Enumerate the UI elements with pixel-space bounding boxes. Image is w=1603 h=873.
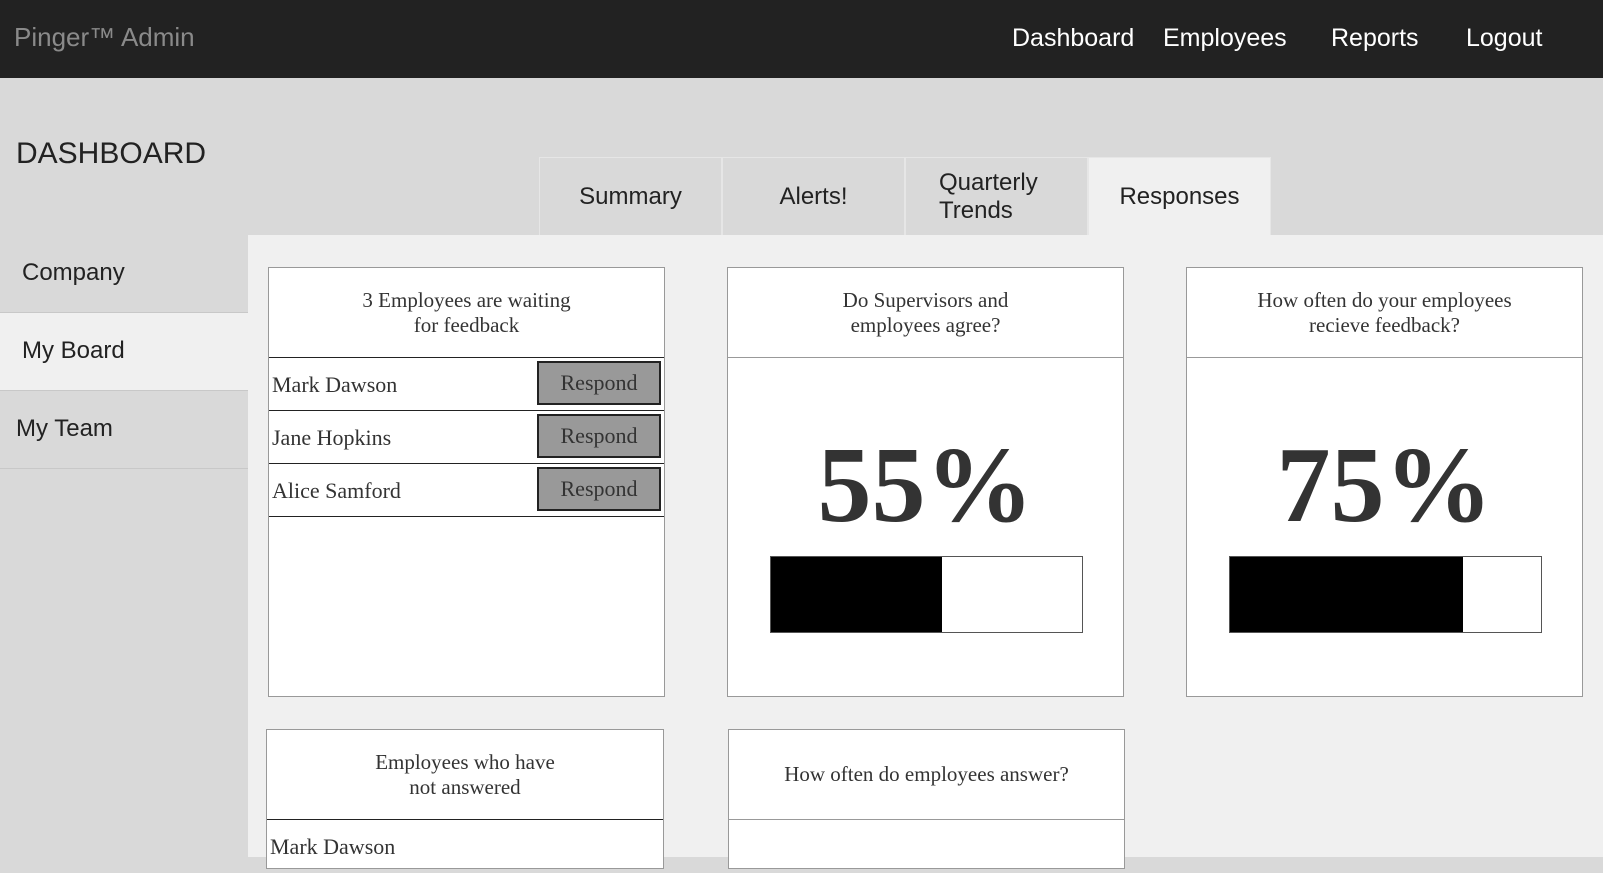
waiting-feedback-card: 3 Employees are waiting for feedback Mar… (268, 267, 665, 697)
nav-employees[interactable]: Employees (1163, 24, 1287, 53)
brand-logo[interactable]: Pinger™ Admin (14, 22, 195, 53)
tab-responses[interactable]: Responses (1088, 157, 1271, 235)
percentage-value: 55% (817, 426, 1034, 545)
respond-button[interactable]: Respond (537, 361, 661, 405)
tab-quarterly-trends[interactable]: Quarterly Trends (905, 157, 1088, 235)
employee-name: Mark Dawson (272, 372, 398, 397)
nav-dashboard[interactable]: Dashboard (1012, 24, 1134, 53)
table-row: Mark Dawson (267, 819, 663, 873)
tab-label: Alerts! (779, 182, 848, 210)
card-title: 3 Employees are waiting for feedback (362, 287, 571, 337)
table-row: Alice Samford Respond (269, 463, 664, 517)
card-header: 3 Employees are waiting for feedback (269, 268, 664, 358)
sidebar-item-label: My Team (16, 415, 113, 442)
card-header: How often do your employees recieve feed… (1187, 268, 1582, 358)
not-answered-card: Employees who have not answered Mark Daw… (266, 729, 664, 869)
tab-summary[interactable]: Summary (539, 157, 722, 235)
sidebar-item-company[interactable]: Company (0, 235, 248, 313)
card-header: How often do employees answer? (729, 730, 1124, 820)
top-navbar: Pinger™ Admin Dashboard Employees Report… (0, 0, 1603, 78)
progress-fill (1230, 557, 1464, 632)
sidebar-item-label: Company (22, 259, 125, 286)
page-title: DASHBOARD (16, 137, 207, 170)
sidebar: Company My Board My Team (0, 235, 248, 857)
card-header: Employees who have not answered (267, 730, 663, 820)
percentage-value: 75% (1276, 426, 1493, 545)
employee-name: Jane Hopkins (272, 425, 392, 450)
progress-fill (771, 557, 943, 632)
agreement-card: Do Supervisors and employees agree? 55% (727, 267, 1124, 697)
answer-frequency-card: How often do employees answer? (728, 729, 1125, 869)
card-title: How often do employees answer? (784, 762, 1069, 786)
sidebar-item-label: My Board (22, 337, 125, 364)
card-title: How often do your employees recieve feed… (1257, 287, 1512, 337)
progress-bar (1229, 556, 1542, 633)
employee-name: Alice Samford (272, 478, 401, 503)
card-title: Employees who have not answered (375, 749, 555, 799)
tab-alerts[interactable]: Alerts! (722, 157, 905, 235)
employee-name: Mark Dawson (270, 834, 396, 859)
nav-logout[interactable]: Logout (1466, 24, 1542, 53)
card-title: Do Supervisors and employees agree? (842, 287, 1009, 337)
respond-button[interactable]: Respond (537, 414, 661, 458)
table-row: Mark Dawson Respond (269, 357, 664, 411)
table-row: Jane Hopkins Respond (269, 410, 664, 464)
card-header: Do Supervisors and employees agree? (728, 268, 1123, 358)
tab-label: Quarterly Trends (939, 168, 1038, 224)
nav-reports[interactable]: Reports (1331, 24, 1419, 53)
dashboard-content: 3 Employees are waiting for feedback Mar… (248, 235, 1603, 869)
sidebar-item-my-board[interactable]: My Board (0, 313, 248, 391)
sidebar-item-my-team[interactable]: My Team (0, 391, 248, 469)
progress-bar (770, 556, 1083, 633)
respond-button[interactable]: Respond (537, 467, 661, 511)
tab-label: Summary (579, 182, 682, 210)
feedback-frequency-card: How often do your employees recieve feed… (1186, 267, 1583, 697)
tab-label: Responses (1119, 182, 1240, 210)
